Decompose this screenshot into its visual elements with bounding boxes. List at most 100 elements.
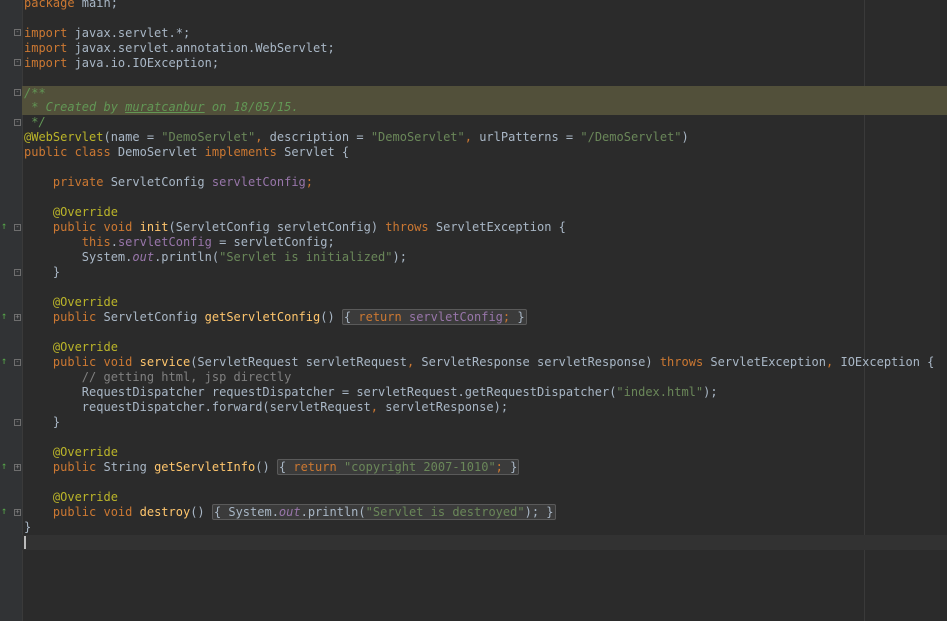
code-token: public class: [24, 145, 111, 159]
code-token: @Override: [52, 445, 118, 459]
code-token: throws: [385, 220, 429, 234]
code-line[interactable]: package main;: [0, 0, 947, 11]
code-token: java.io.IOException;: [67, 56, 220, 70]
code-line[interactable]: RequestDispatcher requestDispatcher = se…: [0, 385, 947, 400]
code-token: {: [213, 505, 229, 519]
code-line[interactable]: }: [0, 265, 947, 280]
code-line[interactable]: @WebServlet(name = "DemoServlet", descri…: [0, 130, 947, 145]
code-token: private: [52, 175, 104, 189]
code-line[interactable]: */: [0, 115, 947, 130]
doc-comment: on 18/05/15.: [204, 100, 299, 114]
code-token: (ServletConfig servletConfig): [168, 220, 386, 234]
folded-region[interactable]: { return "copyright 2007-1010"; }: [276, 459, 520, 475]
code-token: ,: [255, 130, 270, 144]
code-token: this: [81, 235, 111, 249]
code-token: javax.servlet.annotation.WebServlet;: [67, 41, 335, 55]
text-caret: [24, 536, 26, 549]
code-token: "DemoServlet": [161, 130, 256, 144]
code-token: @Override: [52, 340, 118, 354]
code-token: ,: [826, 355, 841, 369]
code-line[interactable]: requestDispatcher.forward(servletRequest…: [0, 400, 947, 415]
code-token: servletConfig: [211, 175, 306, 189]
code-token: servletResponse);: [385, 400, 509, 414]
code-token: ServletConfig: [103, 175, 212, 189]
code-token: );: [524, 505, 540, 519]
code-token: System.: [81, 250, 133, 264]
code-token: .println(: [300, 505, 366, 519]
code-token: "DemoServlet": [370, 130, 465, 144]
code-line[interactable]: public void destroy() { System.out.print…: [0, 504, 947, 520]
code-token: public: [52, 310, 97, 324]
code-token: }: [52, 415, 61, 429]
code-line[interactable]: public void service(ServletRequest servl…: [0, 355, 947, 370]
code-line[interactable]: import java.io.IOException;: [0, 56, 947, 71]
code-token: String: [96, 460, 155, 474]
code-token: (name =: [103, 130, 162, 144]
code-editor[interactable]: - - - - - - + - - + + ↑ ↑ ↑ ↑ ↑ package …: [0, 0, 947, 621]
code-token: "/DemoServlet": [580, 130, 682, 144]
code-token: ;: [495, 460, 503, 474]
folded-region[interactable]: { return servletConfig; }: [341, 309, 527, 325]
code-token: .: [110, 235, 118, 249]
code-line[interactable]: public class DemoServlet implements Serv…: [0, 145, 947, 160]
code-token: RequestDispatcher requestDispatcher = se…: [81, 385, 617, 399]
code-line[interactable]: // getting html, jsp directly: [0, 370, 947, 385]
code-token: import: [24, 41, 68, 55]
code-token: ,: [406, 355, 422, 369]
code-token: import: [24, 56, 68, 70]
code-token: @WebServlet: [24, 130, 104, 144]
code-token: {: [278, 460, 294, 474]
code-token: }: [24, 520, 32, 534]
code-line[interactable]: System.out.println("Servlet is initializ…: [0, 250, 947, 265]
code-token: public void: [52, 505, 133, 519]
code-line[interactable]: @Override: [0, 205, 947, 220]
code-line[interactable]: }: [0, 520, 947, 535]
code-token: urlPatterns: [479, 130, 559, 144]
code-line[interactable]: import javax.servlet.*;: [0, 26, 947, 41]
code-token: requestDispatcher.forward(servletRequest: [81, 400, 371, 414]
code-line[interactable]: @Override: [0, 445, 947, 460]
code-line[interactable]: import javax.servlet.annotation.WebServl…: [0, 41, 947, 56]
code-line[interactable]: @Override: [0, 340, 947, 355]
code-token: @Override: [52, 295, 118, 309]
code-token: import: [24, 26, 68, 40]
code-token: public void: [52, 220, 133, 234]
code-line[interactable]: /**: [0, 86, 947, 101]
folded-region[interactable]: { System.out.println("Servlet is destroy…: [211, 504, 556, 520]
code-token: =: [349, 130, 371, 144]
code-token: }: [510, 310, 525, 324]
code-token: System.: [228, 505, 279, 519]
line-comment: // getting html, jsp directly: [81, 370, 292, 384]
code-line[interactable]: public void init(ServletConfig servletCo…: [0, 220, 947, 235]
code-token: }: [52, 265, 61, 279]
code-token: ,: [464, 130, 480, 144]
code-token: ;: [305, 175, 314, 189]
code-token: (): [255, 460, 277, 474]
code-line[interactable]: @Override: [0, 295, 947, 310]
code-token: getServletConfig: [204, 310, 321, 324]
code-line[interactable]: this.servletConfig = servletConfig;: [0, 235, 947, 250]
code-token: ServletException: [703, 355, 827, 369]
code-token: ServletException {: [428, 220, 566, 234]
code-token: "Servlet is initialized": [219, 250, 393, 264]
code-token: ,: [370, 400, 386, 414]
doc-comment: /**: [24, 86, 46, 100]
code-line[interactable]: public String getServletInfo() { return …: [0, 459, 947, 475]
code-token: throws: [659, 355, 704, 369]
code-line[interactable]: private ServletConfig servletConfig;: [0, 175, 947, 190]
code-token: main;: [74, 0, 118, 10]
code-line[interactable]: public ServletConfig getServletConfig() …: [0, 309, 947, 325]
code-line[interactable]: }: [0, 415, 947, 430]
code-line[interactable]: * Created by muratcanbur on 18/05/15.: [0, 100, 947, 115]
code-token: = servletConfig;: [211, 235, 335, 249]
code-line[interactable]: @Override: [0, 490, 947, 505]
code-token: ServletConfig: [96, 310, 205, 324]
code-token: }: [539, 505, 554, 519]
code-token: );: [392, 250, 407, 264]
code-token: (): [320, 310, 342, 324]
code-token: @Override: [52, 205, 118, 219]
